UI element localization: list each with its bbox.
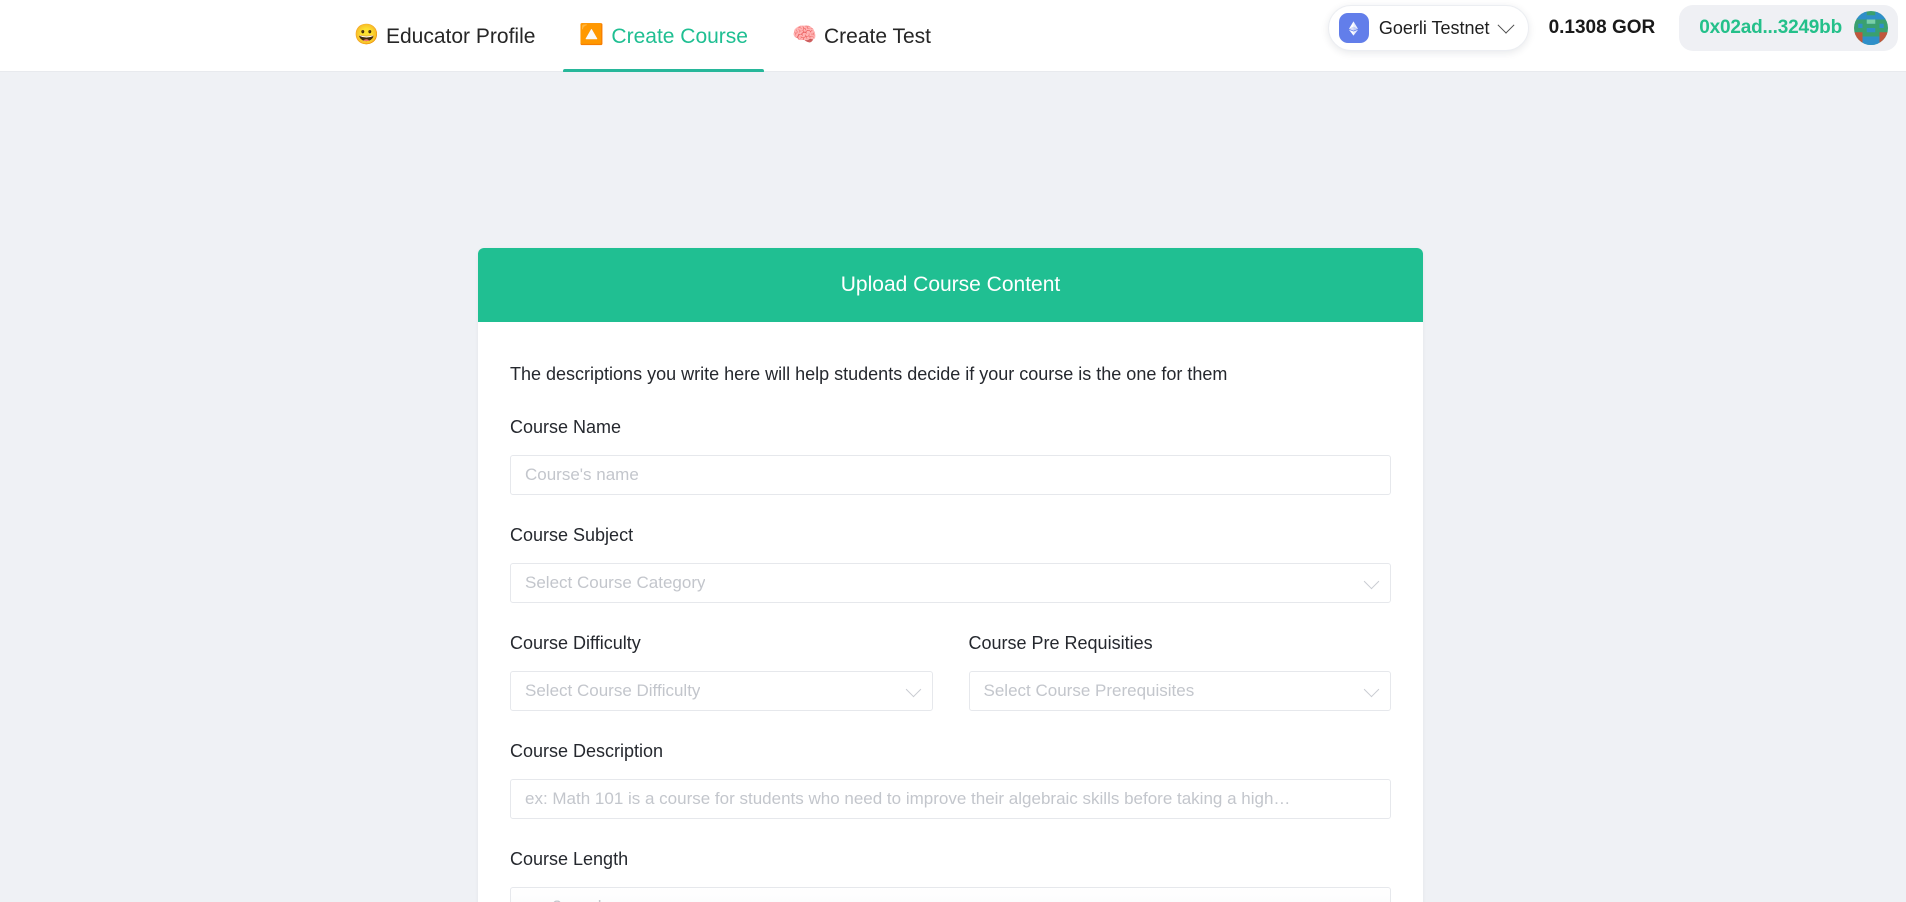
top-navigation-bar: 😀 Educator Profile 🔼 Create Course 🧠 Cre…: [0, 0, 1906, 73]
field-course-subject: Course Subject Select Course Category: [510, 525, 1391, 603]
field-course-name: Course Name: [510, 417, 1391, 495]
chevron-down-icon: [1363, 681, 1380, 698]
blockie-avatar: [1854, 11, 1888, 45]
course-prerequisites-select[interactable]: Select Course Prerequisites: [968, 671, 1391, 711]
brain-emoji: 🧠: [791, 24, 817, 46]
course-difficulty-label: Course Difficulty: [510, 633, 641, 653]
chevron-down-icon: [1363, 573, 1380, 590]
wallet-area: Goerli Testnet 0.1308 GOR 0x02ad...3249b…: [1327, 0, 1906, 56]
chevron-down-icon: [1497, 16, 1515, 34]
course-difficulty-value: Select Course Difficulty: [525, 681, 701, 700]
tab-create-course-label: Create Course: [611, 24, 748, 48]
grinning-face-emoji: 😀: [354, 24, 379, 46]
course-name-label: Course Name: [510, 417, 622, 437]
tab-create-test[interactable]: 🧠 Create Test: [770, 0, 953, 72]
course-subject-label: Course Subject: [510, 525, 634, 545]
up-button-emoji: 🔼: [579, 24, 605, 46]
nav-tab-list: 😀 Educator Profile 🔼 Create Course 🧠 Cre…: [332, 0, 953, 73]
ethereum-icon: [1338, 13, 1369, 43]
course-prerequisites-label: Course Pre Requisities: [968, 633, 1153, 653]
intro-text: The descriptions you write here will hel…: [510, 364, 1228, 384]
difficulty-prerequisites-row: Course Difficulty Select Course Difficul…: [510, 633, 1391, 711]
course-prerequisites-value: Select Course Prerequisites: [983, 681, 1195, 700]
course-description-label: Course Description: [510, 741, 664, 761]
card-body: The descriptions you write here will hel…: [478, 322, 1423, 902]
course-subject-value: Select Course Category: [525, 573, 706, 592]
page-content: Upload Course Content The descriptions y…: [0, 72, 1906, 902]
tab-educator-profile[interactable]: 😀 Educator Profile: [332, 0, 557, 72]
card-title: Upload Course Content: [840, 273, 1061, 296]
chevron-down-icon: [905, 681, 921, 698]
upload-course-content-card: Upload Course Content The descriptions y…: [478, 248, 1423, 902]
field-course-description: Course Description: [510, 741, 1391, 819]
field-course-prerequisites: Course Pre Requisities Select Course Pre…: [968, 633, 1391, 711]
account-address-label: 0x02ad...3249bb: [1699, 17, 1842, 38]
network-selector[interactable]: Goerli Testnet: [1327, 5, 1529, 51]
course-length-input[interactable]: [510, 887, 1391, 902]
network-name-label: Goerli Testnet: [1378, 17, 1490, 38]
tab-create-test-label: Create Test: [823, 24, 931, 48]
field-course-length: Course Length: [510, 849, 1391, 902]
course-description-input[interactable]: [510, 779, 1391, 819]
tab-create-course[interactable]: 🔼 Create Course: [557, 0, 770, 73]
course-subject-select[interactable]: Select Course Category: [510, 563, 1391, 603]
account-button[interactable]: 0x02ad...3249bb: [1679, 5, 1898, 51]
wallet-balance: 0.1308 GOR: [1548, 17, 1656, 38]
course-length-label: Course Length: [510, 849, 629, 869]
course-difficulty-select[interactable]: Select Course Difficulty: [510, 671, 933, 711]
field-course-difficulty: Course Difficulty Select Course Difficul…: [510, 633, 933, 711]
card-header: Upload Course Content: [478, 248, 1423, 322]
tab-educator-profile-label: Educator Profile: [386, 24, 536, 48]
course-name-input[interactable]: [510, 455, 1391, 495]
